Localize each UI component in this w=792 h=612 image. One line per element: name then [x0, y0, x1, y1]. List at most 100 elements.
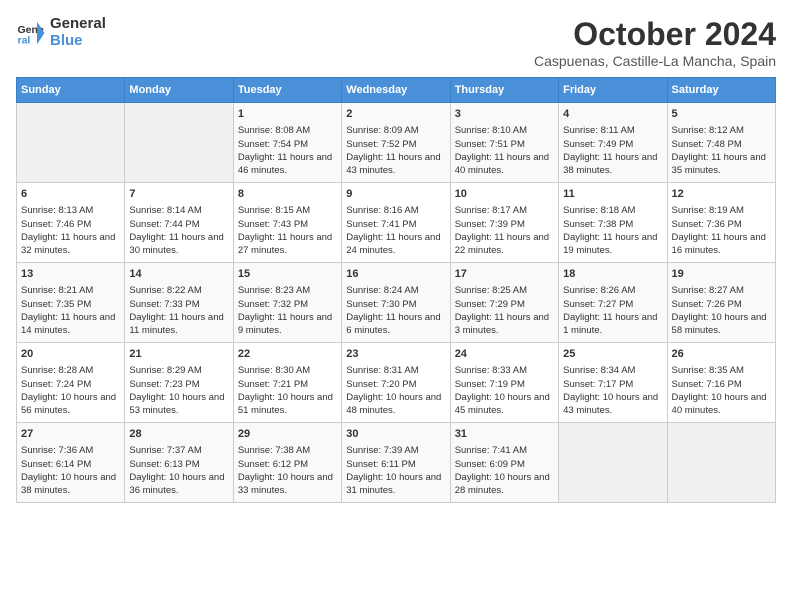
sunrise: Sunrise: 7:37 AM — [129, 445, 201, 456]
table-row: 26Sunrise: 8:35 AMSunset: 7:16 PMDayligh… — [667, 343, 775, 423]
table-row: 4Sunrise: 8:11 AMSunset: 7:49 PMDaylight… — [559, 103, 667, 183]
daylight: Daylight: 11 hours and 46 minutes. — [238, 152, 332, 176]
table-row: 2Sunrise: 8:09 AMSunset: 7:52 PMDaylight… — [342, 103, 450, 183]
sunset: Sunset: 7:48 PM — [672, 139, 742, 150]
table-row — [667, 423, 775, 503]
day-number: 21 — [129, 347, 228, 362]
sunset: Sunset: 7:46 PM — [21, 219, 91, 230]
sunset: Sunset: 7:36 PM — [672, 219, 742, 230]
sunset: Sunset: 7:24 PM — [21, 379, 91, 390]
header-monday: Monday — [125, 78, 233, 103]
sunset: Sunset: 7:43 PM — [238, 219, 308, 230]
sunset: Sunset: 7:30 PM — [346, 299, 416, 310]
sunrise: Sunrise: 8:19 AM — [672, 205, 744, 216]
day-number: 15 — [238, 267, 337, 282]
day-number: 18 — [563, 267, 662, 282]
title-section: October 2024 Caspuenas, Castille-La Manc… — [534, 16, 776, 69]
day-number: 23 — [346, 347, 445, 362]
daylight: Daylight: 11 hours and 9 minutes. — [238, 312, 332, 336]
day-number: 1 — [238, 107, 337, 122]
daylight: Daylight: 10 hours and 45 minutes. — [455, 392, 550, 416]
table-row: 18Sunrise: 8:26 AMSunset: 7:27 PMDayligh… — [559, 263, 667, 343]
table-row: 15Sunrise: 8:23 AMSunset: 7:32 PMDayligh… — [233, 263, 341, 343]
day-number: 27 — [21, 427, 120, 442]
calendar-header-row: Sunday Monday Tuesday Wednesday Thursday… — [17, 78, 776, 103]
header-sunday: Sunday — [17, 78, 125, 103]
daylight: Daylight: 10 hours and 28 minutes. — [455, 472, 550, 496]
sunrise: Sunrise: 8:10 AM — [455, 125, 527, 136]
daylight: Daylight: 11 hours and 11 minutes. — [129, 312, 223, 336]
calendar-week-row: 20Sunrise: 8:28 AMSunset: 7:24 PMDayligh… — [17, 343, 776, 423]
daylight: Daylight: 11 hours and 22 minutes. — [455, 232, 549, 256]
daylight: Daylight: 10 hours and 53 minutes. — [129, 392, 224, 416]
day-number: 12 — [672, 187, 771, 202]
table-row: 13Sunrise: 8:21 AMSunset: 7:35 PMDayligh… — [17, 263, 125, 343]
sunrise: Sunrise: 8:26 AM — [563, 285, 635, 296]
calendar-week-row: 27 Sunrise: 7:36 AM Sunset: 6:14 PM Dayligh… — [17, 423, 776, 503]
daylight: Daylight: 11 hours and 32 minutes. — [21, 232, 115, 256]
table-row: 3Sunrise: 8:10 AMSunset: 7:51 PMDaylight… — [450, 103, 558, 183]
sunset: Sunset: 6:14 PM — [21, 459, 91, 470]
header-tuesday: Tuesday — [233, 78, 341, 103]
header-wednesday: Wednesday — [342, 78, 450, 103]
sunset: Sunset: 7:38 PM — [563, 219, 633, 230]
calendar-week-row: 1Sunrise: 8:08 AMSunset: 7:54 PMDaylight… — [17, 103, 776, 183]
sunrise: Sunrise: 8:31 AM — [346, 365, 418, 376]
table-row: 9Sunrise: 8:16 AMSunset: 7:41 PMDaylight… — [342, 183, 450, 263]
table-row: 27Sunrise: 7:36 AMSunset: 6:14 PMDayligh… — [17, 423, 125, 503]
sunrise: Sunrise: 8:09 AM — [346, 125, 418, 136]
sunset: Sunset: 7:29 PM — [455, 299, 525, 310]
logo-line2: Blue — [50, 33, 106, 50]
sunrise: Sunrise: 8:16 AM — [346, 205, 418, 216]
table-row: 6Sunrise: 8:13 AMSunset: 7:46 PMDaylight… — [17, 183, 125, 263]
logo-icon: Gene ral — [16, 18, 46, 48]
daylight: Daylight: 10 hours and 58 minutes. — [672, 312, 767, 336]
sunrise: Sunrise: 7:36 AM — [21, 445, 93, 456]
table-row: 12Sunrise: 8:19 AMSunset: 7:36 PMDayligh… — [667, 183, 775, 263]
day-number: 22 — [238, 347, 337, 362]
calendar-week-row: 13Sunrise: 8:21 AMSunset: 7:35 PMDayligh… — [17, 263, 776, 343]
table-row: 16Sunrise: 8:24 AMSunset: 7:30 PMDayligh… — [342, 263, 450, 343]
daylight: Daylight: 11 hours and 6 minutes. — [346, 312, 440, 336]
sunset: Sunset: 7:44 PM — [129, 219, 199, 230]
day-number: 2 — [346, 107, 445, 122]
sunrise: Sunrise: 8:22 AM — [129, 285, 201, 296]
table-row: 20Sunrise: 8:28 AMSunset: 7:24 PMDayligh… — [17, 343, 125, 423]
table-row: 21Sunrise: 8:29 AMSunset: 7:23 PMDayligh… — [125, 343, 233, 423]
sunset: Sunset: 7:51 PM — [455, 139, 525, 150]
daylight: Daylight: 11 hours and 3 minutes. — [455, 312, 549, 336]
table-row: 22Sunrise: 8:30 AMSunset: 7:21 PMDayligh… — [233, 343, 341, 423]
sunset: Sunset: 7:23 PM — [129, 379, 199, 390]
daylight: Daylight: 10 hours and 51 minutes. — [238, 392, 333, 416]
table-row: 1Sunrise: 8:08 AMSunset: 7:54 PMDaylight… — [233, 103, 341, 183]
day-number: 13 — [21, 267, 120, 282]
table-row: 28Sunrise: 7:37 AMSunset: 6:13 PMDayligh… — [125, 423, 233, 503]
header-friday: Friday — [559, 78, 667, 103]
table-row: 30Sunrise: 7:39 AMSunset: 6:11 PMDayligh… — [342, 423, 450, 503]
sunrise: Sunrise: 8:12 AM — [672, 125, 744, 136]
header-thursday: Thursday — [450, 78, 558, 103]
sunrise: Sunrise: 7:39 AM — [346, 445, 418, 456]
daylight: Daylight: 11 hours and 27 minutes. — [238, 232, 332, 256]
table-row — [559, 423, 667, 503]
svg-text:ral: ral — [18, 34, 31, 46]
sunrise: Sunrise: 8:08 AM — [238, 125, 310, 136]
table-row: 10Sunrise: 8:17 AMSunset: 7:39 PMDayligh… — [450, 183, 558, 263]
sunrise: Sunrise: 8:30 AM — [238, 365, 310, 376]
daylight: Daylight: 10 hours and 43 minutes. — [563, 392, 658, 416]
calendar-week-row: 6Sunrise: 8:13 AMSunset: 7:46 PMDaylight… — [17, 183, 776, 263]
sunrise: Sunrise: 8:11 AM — [563, 125, 635, 136]
table-row: 7Sunrise: 8:14 AMSunset: 7:44 PMDaylight… — [125, 183, 233, 263]
daylight: Daylight: 11 hours and 30 minutes. — [129, 232, 223, 256]
day-number: 28 — [129, 427, 228, 442]
daylight: Daylight: 11 hours and 24 minutes. — [346, 232, 440, 256]
sunrise: Sunrise: 8:25 AM — [455, 285, 527, 296]
sunrise: Sunrise: 8:18 AM — [563, 205, 635, 216]
day-number: 16 — [346, 267, 445, 282]
daylight: Daylight: 11 hours and 1 minute. — [563, 312, 657, 336]
sunset: Sunset: 7:39 PM — [455, 219, 525, 230]
day-number: 25 — [563, 347, 662, 362]
sunset: Sunset: 7:35 PM — [21, 299, 91, 310]
sunset: Sunset: 7:41 PM — [346, 219, 416, 230]
day-number: 10 — [455, 187, 554, 202]
